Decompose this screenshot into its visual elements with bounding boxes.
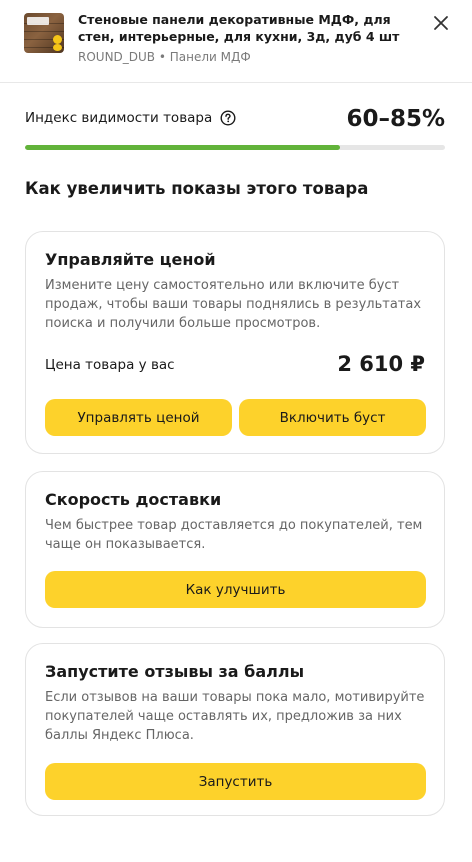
- reviews-card: Запустите отзывы за баллы Если отзывов н…: [25, 643, 445, 816]
- section-title: Как увеличить показы этого товара: [25, 179, 369, 198]
- visibility-index-label-row: Индекс видимости товара: [25, 109, 236, 127]
- launch-reviews-button[interactable]: Запустить: [45, 763, 426, 800]
- visibility-index-label: Индекс видимости товара: [25, 110, 213, 126]
- price-value: 2 610 ₽: [337, 352, 425, 376]
- price-card: Управляйте ценой Измените цену самостоят…: [25, 231, 445, 454]
- price-card-text: Измените цену самостоятельно или включит…: [45, 278, 422, 331]
- price-card-title: Управляйте ценой: [45, 250, 216, 269]
- manage-price-button[interactable]: Управлять ценой: [45, 399, 232, 436]
- product-title: Стеновые панели декоративные МДФ, для ст…: [78, 12, 400, 44]
- visibility-progress-bar: [25, 145, 445, 150]
- delivery-card-title: Скорость доставки: [45, 490, 222, 509]
- visibility-progress-fill: [25, 145, 340, 150]
- question-icon[interactable]: [220, 110, 236, 126]
- close-icon[interactable]: [430, 12, 452, 34]
- product-meta: ROUND_DUB • Панели МДФ: [78, 50, 251, 64]
- reviews-card-text: Если отзывов на ваши товары пока мало, м…: [45, 690, 425, 743]
- product-header: Стеновые панели декоративные МДФ, для ст…: [0, 0, 472, 83]
- delivery-card: Скорость доставки Чем быстрее товар дост…: [25, 471, 445, 628]
- visibility-index-value: 60–85%: [346, 106, 445, 132]
- close-button[interactable]: [430, 12, 452, 34]
- price-label: Цена товара у вас: [45, 357, 175, 373]
- how-to-improve-button[interactable]: Как улучшить: [45, 571, 426, 608]
- enable-boost-button[interactable]: Включить буст: [239, 399, 426, 436]
- reviews-card-title: Запустите отзывы за баллы: [45, 662, 305, 681]
- product-thumbnail: [24, 13, 64, 53]
- delivery-card-text: Чем быстрее товар доставляется до покупа…: [45, 518, 423, 552]
